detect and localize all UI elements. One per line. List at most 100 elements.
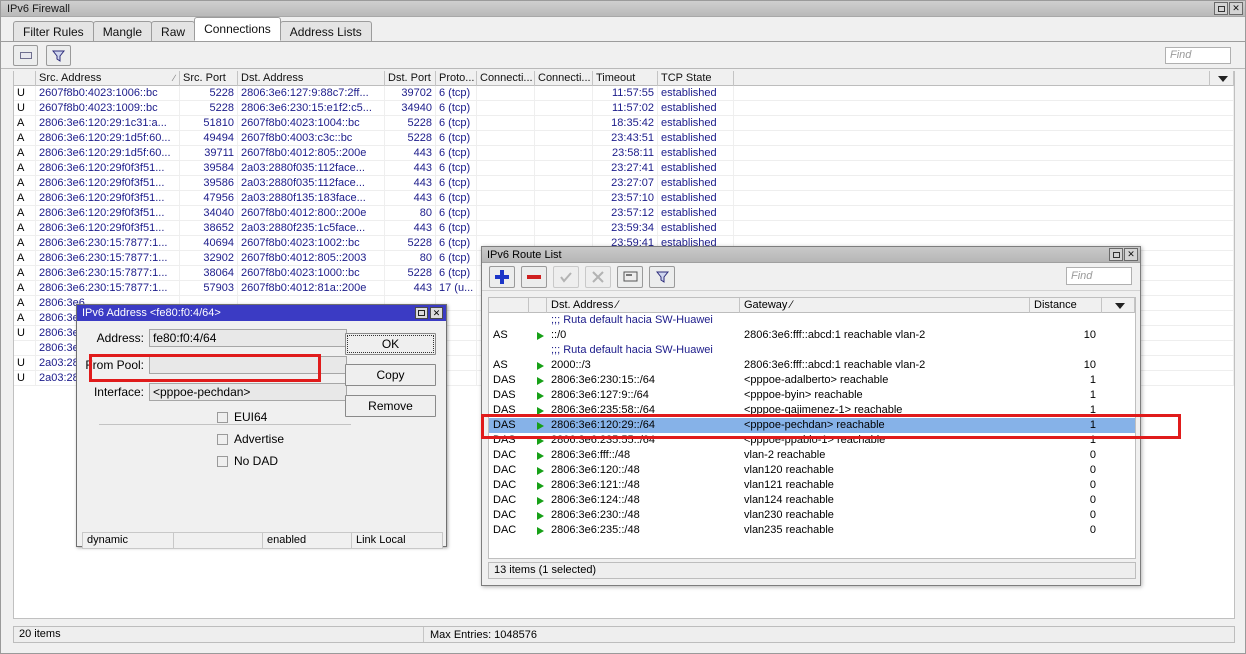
enable-route-button[interactable]	[553, 266, 579, 288]
no-dad-checkbox[interactable]	[217, 456, 228, 467]
tab-address-lists[interactable]: Address Lists	[280, 21, 372, 41]
table-row[interactable]: DAC2806:3e6:124::/48vlan124 reachable0	[489, 493, 1135, 508]
remove-button[interactable]	[13, 45, 38, 66]
header-tcp-state[interactable]: TCP State	[658, 71, 734, 86]
cell-connection-type	[535, 206, 593, 220]
table-row[interactable]: U2607f8b0:4023:1006::bc52282806:3e6:127:…	[14, 86, 1234, 101]
header-connection-type[interactable]: Connecti...	[535, 71, 593, 86]
table-row[interactable]: DAS2806:3e6:120:29::/64<pppoe-pechdan> r…	[489, 418, 1135, 433]
tab-mangle[interactable]: Mangle	[93, 21, 152, 41]
table-row[interactable]: A2806:3e6:120:29:1d5f:60...494942607f8b0…	[14, 131, 1234, 146]
close-icon[interactable]: ✕	[1124, 248, 1138, 261]
comment-button[interactable]	[617, 266, 643, 288]
cell-timeout: 23:27:41	[593, 161, 658, 175]
cell-route-dst-address: 2806:3e6:127:9::/64	[547, 388, 740, 403]
cell-protocol: 6 (tcp)	[436, 86, 477, 100]
cell-tcp-state: established	[658, 221, 734, 235]
table-row[interactable]: A2806:3e6:120:29:1c31:a...518102607f8b0:…	[14, 116, 1234, 131]
add-route-button[interactable]	[489, 266, 515, 288]
table-row[interactable]: U2607f8b0:4023:1009::bc52282806:3e6:230:…	[14, 101, 1234, 116]
disable-route-button[interactable]	[585, 266, 611, 288]
table-row[interactable]: A2806:3e6:120:29:1d5f:60...397112607f8b0…	[14, 146, 1234, 161]
header-spacer	[734, 71, 1210, 86]
table-row[interactable]: DAC2806:3e6:230::/48vlan230 reachable0	[489, 508, 1135, 523]
cell-protocol: 6 (tcp)	[436, 251, 477, 265]
cell-route-flags: DAC	[489, 523, 529, 538]
table-row[interactable]: A2806:3e6:120:29f0f3f51...386522a03:2880…	[14, 221, 1234, 236]
table-row[interactable]: AS2000::/32806:3e6:fff::abcd:1 reachable…	[489, 358, 1135, 373]
cell-tcp-state: established	[658, 86, 734, 100]
column-chooser-button[interactable]	[1210, 71, 1234, 86]
from-pool-input[interactable]	[149, 356, 347, 374]
table-row[interactable]: DAS2806:3e6:235:58::/64<pppoe-gajimenez-…	[489, 403, 1135, 418]
remove-route-button[interactable]	[521, 266, 547, 288]
tab-raw[interactable]: Raw	[151, 21, 195, 41]
table-row[interactable]: A2806:3e6:120:29f0f3f51...395842a03:2880…	[14, 161, 1234, 176]
restore-icon[interactable]	[415, 307, 428, 319]
cell-route-gateway: vlan121 reachable	[740, 478, 1030, 493]
cell-dst-address: 2607f8b0:4012:800::200e	[238, 206, 385, 220]
cell-spacer	[734, 131, 1234, 145]
route-comment-row[interactable]: ;;; Ruta default hacia SW-Huawei	[489, 343, 1135, 358]
table-row[interactable]: DAS2806:3e6:235:55::/64<pppoe-ppablo-1> …	[489, 433, 1135, 448]
close-icon[interactable]: ✕	[1229, 2, 1243, 15]
header-timeout[interactable]: Timeout	[593, 71, 658, 86]
remove-button[interactable]: Remove	[345, 395, 436, 417]
table-row[interactable]: DAC2806:3e6:121::/48vlan121 reachable0	[489, 478, 1135, 493]
cell-route-spacer	[1102, 493, 1135, 508]
advertise-checkbox[interactable]	[217, 434, 228, 445]
header-src-port[interactable]: Src. Port	[180, 71, 238, 86]
table-row[interactable]: DAS2806:3e6:127:9::/64<pppoe-byin> reach…	[489, 388, 1135, 403]
interface-input[interactable]: <pppoe-pechdan>	[149, 383, 347, 401]
restore-icon[interactable]	[1214, 2, 1228, 15]
no-dad-checkbox-row[interactable]: No DAD	[217, 454, 446, 468]
header-route-gateway[interactable]: Gateway ∕	[740, 298, 1030, 313]
filter-button[interactable]	[46, 45, 71, 66]
restore-icon[interactable]	[1109, 248, 1123, 261]
header-protocol[interactable]: Proto...	[436, 71, 477, 86]
copy-button[interactable]: Copy	[345, 364, 436, 386]
cell-route-flags: DAC	[489, 508, 529, 523]
cell-dst-port: 443	[385, 146, 436, 160]
header-route-flags[interactable]	[489, 298, 529, 313]
header-route-distance[interactable]: Distance	[1030, 298, 1102, 313]
route-column-chooser-button[interactable]	[1102, 298, 1135, 313]
address-input[interactable]: fe80:f0:4/64	[149, 329, 347, 347]
table-row[interactable]: A2806:3e6:120:29f0f3f51...395862a03:2880…	[14, 176, 1234, 191]
route-comment-row[interactable]: ;;; Ruta default hacia SW-Huawei	[489, 313, 1135, 328]
table-row[interactable]: A2806:3e6:120:29f0f3f51...479562a03:2880…	[14, 191, 1234, 206]
cell-dst-address: 2607f8b0:4023:1002::bc	[238, 236, 385, 250]
route-active-arrow-icon	[529, 523, 547, 538]
cell-spacer	[734, 221, 1234, 235]
close-icon[interactable]: ✕	[430, 307, 443, 319]
firewall-status-bar: 20 items Max Entries: 1048576	[13, 626, 1235, 643]
cell-flag	[14, 341, 36, 355]
tab-filter-rules[interactable]: Filter Rules	[13, 21, 94, 41]
header-route-arrow	[529, 298, 547, 313]
header-connection-mark[interactable]: Connecti...	[477, 71, 535, 86]
header-src-address[interactable]: Src. Address ∕	[36, 71, 180, 86]
table-row[interactable]: DAC2806:3e6:fff::/48vlan-2 reachable0	[489, 448, 1135, 463]
cell-connection-type	[535, 146, 593, 160]
cell-dst-port: 5228	[385, 236, 436, 250]
cell-dst-address: 2607f8b0:4023:1004::bc	[238, 116, 385, 130]
cell-dst-port: 5228	[385, 266, 436, 280]
table-row[interactable]: AS::/02806:3e6:fff::abcd:1 reachable vla…	[489, 328, 1135, 343]
firewall-find-input[interactable]: Find	[1165, 47, 1231, 64]
table-row[interactable]: DAC2806:3e6:235::/48vlan235 reachable0	[489, 523, 1135, 538]
ok-button[interactable]: OK	[345, 333, 436, 355]
advertise-checkbox-row[interactable]: Advertise	[217, 432, 446, 446]
eui64-checkbox[interactable]	[217, 412, 228, 423]
cell-dst-address: 2a03:2880f135:183face...	[238, 191, 385, 205]
cell-connection-mark	[477, 221, 535, 235]
table-row[interactable]: A2806:3e6:120:29f0f3f51...340402607f8b0:…	[14, 206, 1234, 221]
tab-connections[interactable]: Connections	[194, 17, 281, 41]
header-dst-port[interactable]: Dst. Port	[385, 71, 436, 86]
table-row[interactable]: DAC2806:3e6:120::/48vlan120 reachable0	[489, 463, 1135, 478]
route-filter-button[interactable]	[649, 266, 675, 288]
table-row[interactable]: DAS2806:3e6:230:15::/64<pppoe-adalberto>…	[489, 373, 1135, 388]
header-flag[interactable]	[14, 71, 36, 86]
header-dst-address[interactable]: Dst. Address	[238, 71, 385, 86]
header-route-dst-address[interactable]: Dst. Address ∕	[547, 298, 740, 313]
route-find-input[interactable]: Find	[1066, 267, 1132, 285]
